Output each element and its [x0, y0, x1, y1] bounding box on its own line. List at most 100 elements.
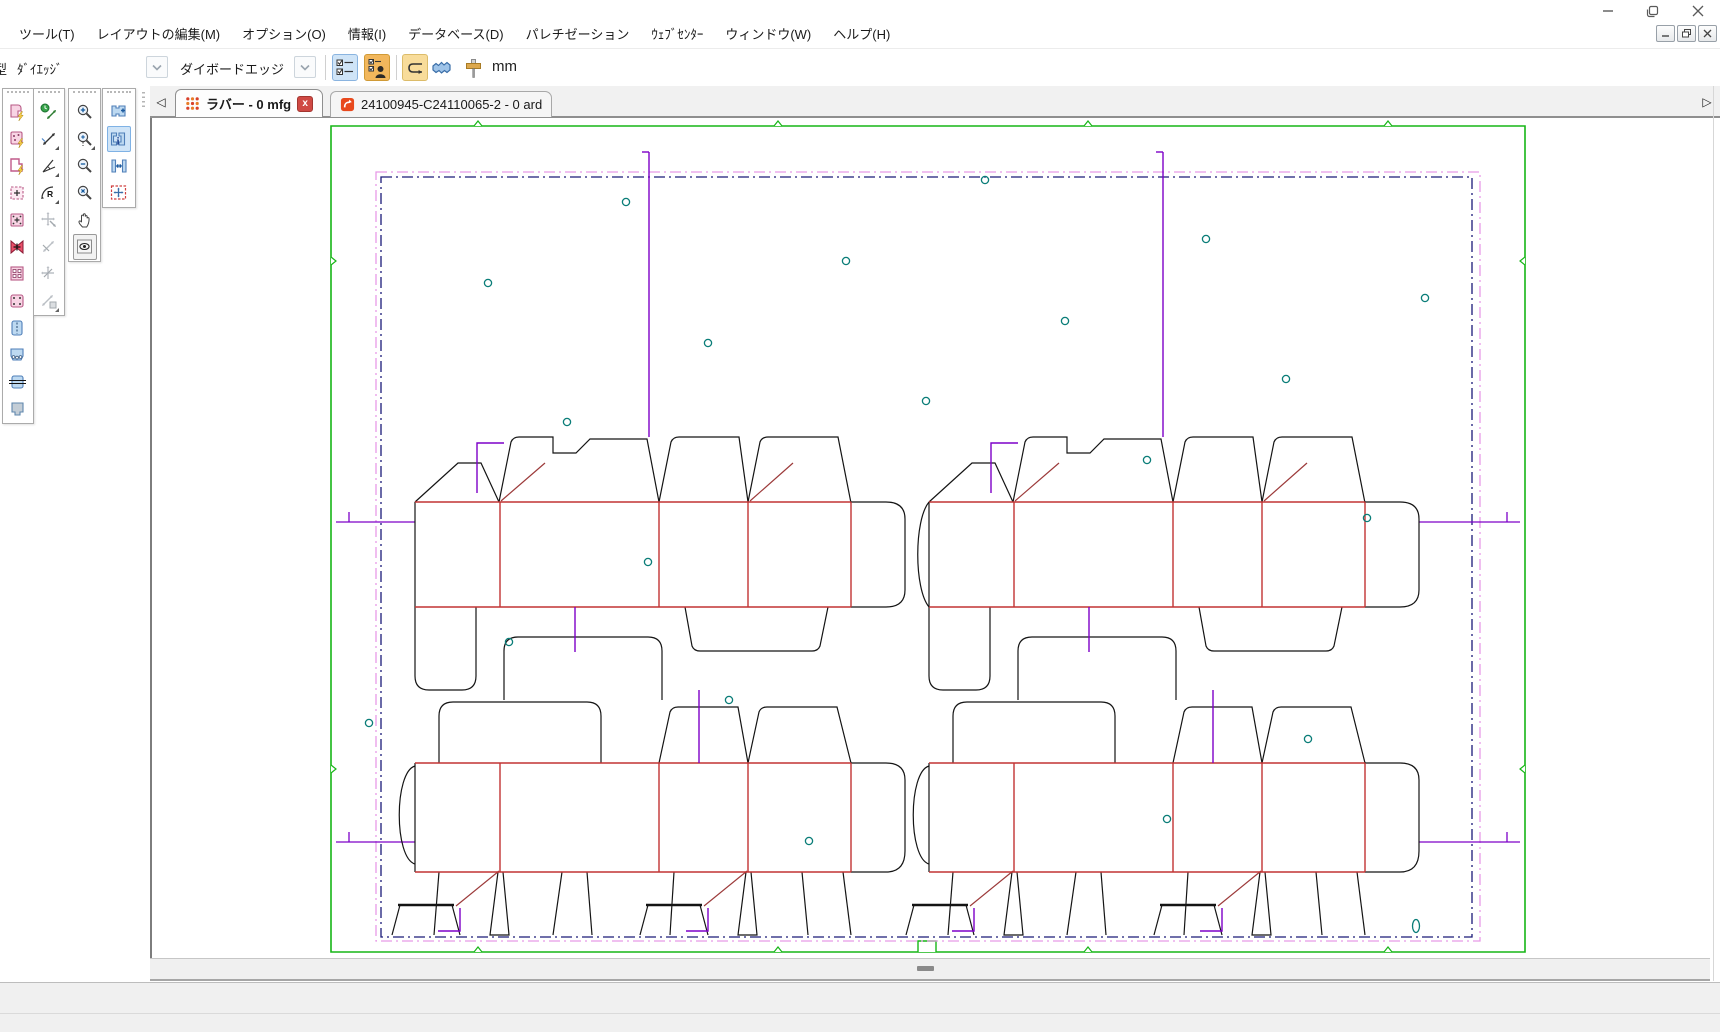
teal-marker: [842, 257, 849, 264]
close-icon: [1692, 5, 1704, 17]
tab-scroll-left-button[interactable]: ◁: [152, 92, 170, 112]
view-options-tool-button[interactable]: [73, 234, 97, 260]
panel-info-tool-button[interactable]: i: [107, 126, 131, 152]
add-panel-tool-button[interactable]: [107, 99, 131, 125]
palette-grip[interactable]: [73, 91, 96, 98]
restore-icon: [1682, 29, 1691, 38]
blue-split-tool-button[interactable]: [6, 369, 30, 395]
measure-radius-tool-button[interactable]: R: [37, 180, 61, 206]
menu-item-6[interactable]: ｳｪﾌﾞｾﾝﾀｰ: [640, 24, 714, 46]
layer-checklist-person-icon: [366, 57, 388, 79]
reverse-direction-button[interactable]: [402, 54, 428, 81]
zoom-select-tool-button[interactable]: [73, 126, 97, 152]
menu-item-0[interactable]: ツール(T): [8, 24, 86, 46]
rubber-add-dashed-tool-button[interactable]: [6, 180, 30, 206]
measure-arrow-tool-icon: [39, 129, 59, 149]
zoom-previous-tool-icon: [75, 183, 95, 203]
move-tool-button[interactable]: [37, 207, 61, 233]
blue-fill-tool-button[interactable]: [6, 396, 30, 422]
palette-grip[interactable]: [38, 91, 60, 98]
toolbar-separator: [325, 55, 326, 80]
toolbar: 型 ﾀﾞｲｴｯｼﾞ ダイボードエッジ mm: [0, 48, 1720, 87]
blue-bracket-tool-icon: [8, 318, 28, 338]
move-copy-tool-button[interactable]: [37, 288, 61, 314]
document-tab-1[interactable]: 24100945-C24110065-2 - 0 ard: [330, 91, 552, 117]
die-board-edge-combo-dropdown[interactable]: [294, 56, 316, 78]
chevron-down-icon: [152, 64, 162, 71]
rubber-grid-tool-button[interactable]: [6, 261, 30, 287]
pan-tool-button[interactable]: [73, 207, 97, 233]
layer-checklist-button[interactable]: [332, 54, 358, 81]
restore-icon: [1646, 5, 1659, 18]
pan-tool-icon: [75, 210, 95, 230]
rubber-add-dots-tool-icon: [8, 210, 28, 230]
document-minimize-button[interactable]: [1656, 25, 1675, 42]
move-axis-tool-button[interactable]: [37, 261, 61, 287]
measure-distance-tool-icon: [39, 102, 59, 122]
status-bar-secondary: [0, 1013, 1720, 1032]
rubber-dots-tool-icon: [8, 129, 28, 149]
status-bar: [0, 982, 1720, 1013]
rubber-solid-tool-icon: [8, 102, 28, 122]
menu-item-8[interactable]: ヘルプ(H): [822, 24, 901, 46]
document-close-button[interactable]: [1698, 25, 1717, 42]
rubber-dots-tool-button[interactable]: [6, 126, 30, 152]
zoom-fit-tool-button[interactable]: [107, 180, 131, 206]
palette-grip[interactable]: [7, 91, 29, 98]
document-tab-0[interactable]: ラバー - 0 mfgx: [175, 89, 323, 117]
teal-marker: [1163, 815, 1170, 822]
rubber-solid-tool-button[interactable]: [6, 99, 30, 125]
hole-markers: [365, 176, 1428, 932]
pushpin-button[interactable]: [460, 54, 486, 81]
menu-item-1[interactable]: レイアウトの編集(M): [86, 24, 232, 46]
rubber-cut-tool-button[interactable]: [6, 234, 30, 260]
zoom-in-tool-button[interactable]: [73, 99, 97, 125]
teal-marker: [922, 397, 929, 404]
drawing-canvas[interactable]: [150, 118, 1710, 958]
teal-marker: [1304, 735, 1311, 742]
move-diagonal-tool-button[interactable]: [37, 234, 61, 260]
blue-bracket-tool-button[interactable]: [6, 315, 30, 341]
window-restore-button[interactable]: [1630, 0, 1675, 22]
measure-angle-tool-button[interactable]: [37, 153, 61, 179]
scrollbar-thumb[interactable]: [917, 966, 934, 971]
menu-item-4[interactable]: データベース(D): [397, 24, 514, 46]
nest-layout-button[interactable]: [428, 54, 454, 81]
teal-marker: [622, 198, 629, 205]
measure-distance-tool-button[interactable]: [37, 99, 61, 125]
add-panel-tool-icon: [109, 102, 129, 122]
design-doc-icon: [340, 97, 355, 112]
die-layout-drawing: [152, 118, 1712, 958]
blue-holes-tool-button[interactable]: [6, 342, 30, 368]
nest-layout-icon: [430, 57, 452, 79]
move-tool-icon: [39, 210, 59, 230]
menu-item-7[interactable]: ウィンドウ(W): [714, 24, 822, 46]
toolbar-separator: [396, 55, 397, 80]
rubber-corner-dots-tool-button[interactable]: [6, 288, 30, 314]
layout-dots-icon: [185, 96, 200, 111]
blue-holes-tool-icon: [8, 345, 28, 365]
die-edge-combo-dropdown[interactable]: [146, 56, 168, 78]
menu-item-3[interactable]: 情報(I): [337, 24, 397, 46]
measure-arrow-tool-button[interactable]: [37, 126, 61, 152]
document-tab-bar: ◁ ラバー - 0 mfgx 24100945-C24110065-2 - 0 a…: [150, 86, 1720, 118]
document-restore-button[interactable]: [1677, 25, 1696, 42]
menu-item-2[interactable]: オプション(O): [231, 24, 337, 46]
sheet-outline: [331, 121, 1525, 952]
zoom-fit-tool-icon: [109, 183, 129, 203]
canvas-horizontal-scrollbar[interactable]: [150, 958, 1710, 981]
minimize-icon: [1602, 5, 1614, 17]
zoom-previous-tool-button[interactable]: [73, 180, 97, 206]
zoom-out-tool-button[interactable]: [73, 153, 97, 179]
tab-close-button[interactable]: x: [297, 96, 313, 112]
teal-ellipse-marker: [1413, 920, 1420, 933]
panel-width-tool-button[interactable]: [107, 153, 131, 179]
palette-rubber-tools: [2, 88, 34, 424]
rubber-outline-tool-button[interactable]: [6, 153, 30, 179]
window-close-button[interactable]: [1675, 0, 1720, 22]
rubber-add-dots-tool-button[interactable]: [6, 207, 30, 233]
layer-checklist-person-button[interactable]: [364, 54, 390, 81]
palette-grip[interactable]: [107, 91, 131, 98]
window-minimize-button[interactable]: [1585, 0, 1630, 22]
menu-item-5[interactable]: パレチゼーション: [515, 24, 641, 46]
